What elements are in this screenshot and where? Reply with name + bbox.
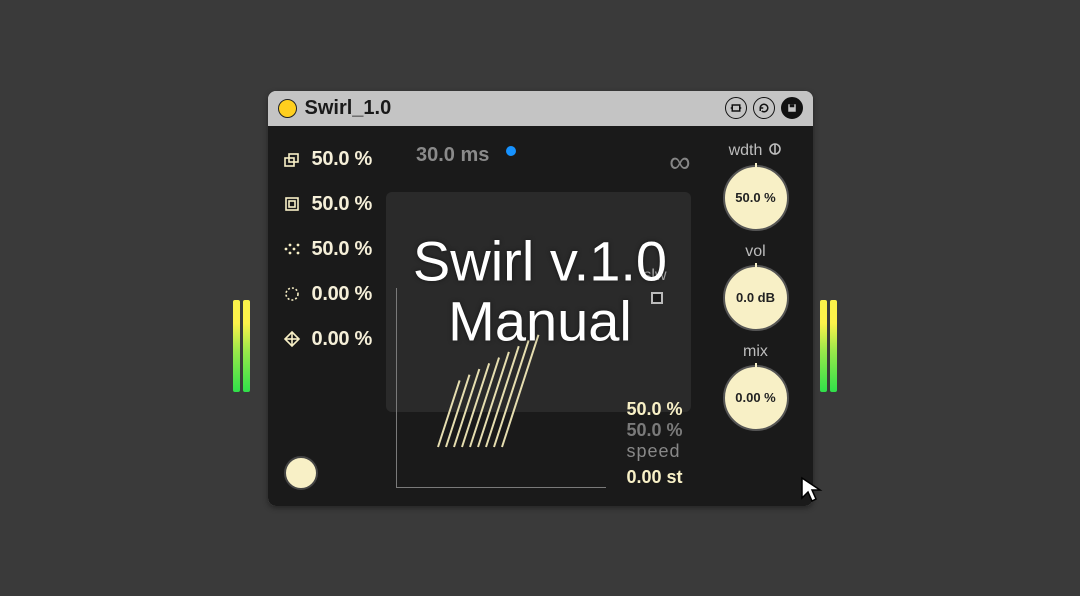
param-2[interactable]: 50.0 % [282,193,372,216]
center-visualizer: 30.0 ms ∞ slw [386,142,703,488]
infinity-icon[interactable]: ∞ [669,146,690,180]
feedback-values: 50.0 % 50.0 % speed [626,399,682,462]
knob-column: wdth 50.0 % vol 0.0 dB mix [717,142,795,488]
tune-value[interactable]: 0.00 st [626,467,682,488]
input-meter-left [233,300,253,392]
width-value: 50.0 % [735,190,775,205]
width-knob[interactable]: 50.0 % [723,165,789,231]
meter-bar [243,300,250,392]
meter-bar [830,300,837,392]
window-icon [282,194,302,214]
vol-value: 0.0 dB [736,290,775,305]
knob-pointer [755,363,757,373]
depth-icon [282,149,302,169]
param-3[interactable]: 50.0 % [282,238,372,261]
mix-knob[interactable]: 0.00 % [723,365,789,431]
meter-bar [820,300,827,392]
device-title: Swirl_1.0 [305,97,717,120]
grid-icon [282,329,302,349]
device-body: 50.0 % 50.0 % 50.0 % 0.00 % 0.00 % [268,126,813,506]
speed-label: speed [626,441,682,462]
modulation-indicator [506,146,516,156]
plot-lines [437,327,547,447]
knob-pointer [755,263,757,273]
3d-plot[interactable] [396,288,606,488]
slew-label: slw [643,267,666,285]
device-enable-button[interactable] [278,99,297,118]
width-knob-group: wdth 50.0 % [723,142,789,231]
param-value: 0.00 % [312,283,372,306]
width-label: wdth [729,142,763,160]
vol-knob-group: vol 0.0 dB [723,243,789,331]
mix-value: 0.00 % [735,390,775,405]
plugin-window: Swirl_1.0 50.0 % [268,91,813,506]
param-value: 50.0 % [312,148,372,171]
meter-bar [233,300,240,392]
mix-knob-group: mix 0.00 % [723,343,789,431]
param-4[interactable]: 0.00 % [282,283,372,306]
feedback-a[interactable]: 50.0 % [626,399,682,420]
expand-icon[interactable] [725,97,747,119]
slew-target[interactable] [651,292,663,304]
output-meter-right [820,300,840,392]
mix-label: mix [743,343,768,361]
vol-knob[interactable]: 0.0 dB [723,265,789,331]
param-1[interactable]: 50.0 % [282,148,372,171]
feedback-b[interactable]: 50.0 % [626,420,682,441]
titlebar-icons [725,97,803,119]
stereo-icon [768,142,782,161]
param-column: 50.0 % 50.0 % 50.0 % 0.00 % 0.00 % [282,142,372,488]
param-5[interactable]: 0.00 % [282,328,372,351]
param-value: 50.0 % [312,193,372,216]
vol-label: vol [745,243,765,261]
scatter-icon [282,239,302,259]
titlebar: Swirl_1.0 [268,91,813,126]
xy-pad-button[interactable] [284,456,318,490]
refresh-icon[interactable] [753,97,775,119]
param-value: 0.00 % [312,328,372,351]
sparkle-icon [282,284,302,304]
param-value: 50.0 % [312,238,372,261]
knob-pointer [755,163,757,173]
mouse-cursor-icon [800,476,824,511]
delay-time[interactable]: 30.0 ms [416,144,489,167]
save-icon[interactable] [781,97,803,119]
